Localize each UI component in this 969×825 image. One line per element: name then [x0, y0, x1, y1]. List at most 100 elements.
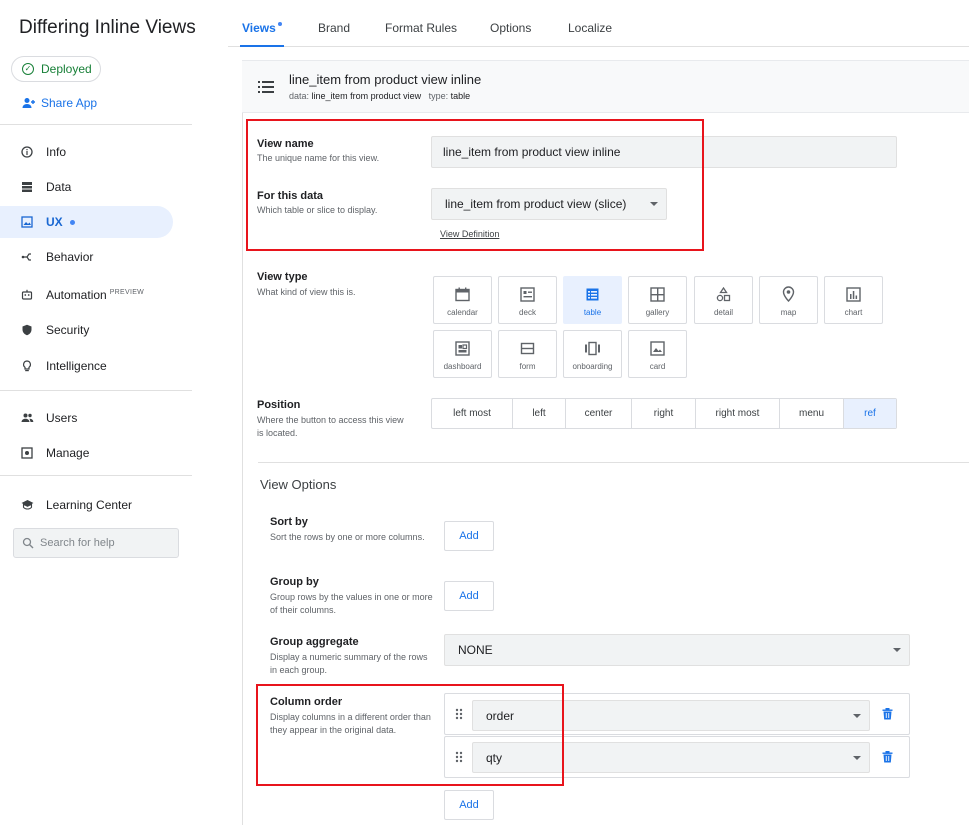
database-icon	[20, 180, 34, 194]
position-ref[interactable]: ref	[844, 399, 896, 428]
chevron-down-icon	[853, 713, 861, 718]
graduation-cap-icon	[20, 498, 34, 512]
view-type-gallery[interactable]: gallery	[628, 276, 687, 324]
view-type-desc: What kind of view this is.	[257, 287, 356, 297]
map-pin-icon	[782, 286, 795, 302]
position-left[interactable]: left	[513, 399, 566, 428]
gallery-icon	[650, 286, 665, 302]
view-type-map[interactable]: map	[759, 276, 818, 324]
delete-icon[interactable]	[882, 751, 893, 763]
sort-by-desc: Sort the rows by one or more columns.	[270, 532, 425, 542]
sidebar-item-label: UX	[46, 215, 63, 229]
view-type-card[interactable]: card	[628, 330, 687, 378]
bar-chart-icon	[846, 286, 861, 302]
group-aggregate-desc: Display a numeric summary of the rows in…	[270, 652, 428, 675]
position-segmented-control: left most left center right right most m…	[431, 398, 897, 429]
card-image-icon	[650, 340, 665, 356]
carousel-icon	[584, 340, 601, 356]
dashboard-icon	[455, 340, 470, 356]
search-help-input[interactable]: Search for help	[13, 528, 179, 558]
deployed-badge[interactable]: ✓ Deployed	[11, 56, 101, 82]
list-icon	[258, 81, 274, 93]
sidebar-item-manage[interactable]: Manage	[0, 437, 173, 469]
settings-box-icon	[20, 446, 34, 460]
sidebar-item-intelligence[interactable]: Intelligence	[0, 350, 173, 382]
view-type-detail[interactable]: detail	[694, 276, 753, 324]
view-type-label: View type	[257, 271, 308, 283]
people-icon	[20, 411, 34, 425]
sidebar-item-info[interactable]: Info	[0, 136, 173, 168]
table-icon	[585, 286, 600, 302]
robot-icon	[20, 288, 34, 302]
unsaved-dot-icon	[277, 22, 282, 26]
shield-icon	[20, 323, 34, 337]
info-icon	[20, 145, 34, 159]
sidebar-item-learning-center[interactable]: Learning Center	[0, 489, 173, 521]
view-type-dashboard[interactable]: dashboard	[433, 330, 492, 378]
sidebar-divider	[0, 390, 192, 391]
sidebar-item-security[interactable]: Security	[0, 314, 173, 346]
check-circle-icon: ✓	[22, 63, 34, 75]
view-title: line_item from product view inline	[289, 72, 482, 87]
group-aggregate-label: Group aggregate	[270, 636, 359, 648]
position-left-most[interactable]: left most	[432, 399, 513, 428]
sidebar-item-label: Intelligence	[46, 359, 107, 373]
group-by-add-button[interactable]: Add	[444, 581, 494, 611]
view-type-chart[interactable]: chart	[824, 276, 883, 324]
sidebar-item-label: Automation	[46, 288, 107, 302]
column-order-add-button[interactable]: Add	[444, 790, 494, 820]
sidebar-item-label: Manage	[46, 446, 90, 460]
tab-brand[interactable]: Brand	[318, 21, 350, 35]
position-desc: Where the button to access this view is …	[257, 415, 404, 438]
view-type-label-text: dashboard	[443, 362, 482, 371]
delete-icon[interactable]	[882, 708, 893, 720]
tab-localize[interactable]: Localize	[568, 21, 612, 35]
unsaved-dot-icon	[69, 219, 75, 225]
sidebar-item-behavior[interactable]: Behavior	[0, 241, 173, 273]
app-title: Differing Inline Views	[19, 17, 196, 38]
group-aggregate-value: NONE	[458, 643, 493, 657]
sidebar-item-label: Behavior	[46, 250, 94, 264]
sidebar-item-automation[interactable]: Automation PREVIEW	[0, 279, 173, 311]
sidebar-divider	[0, 124, 192, 125]
group-by-label: Group by	[270, 576, 319, 588]
position-right[interactable]: right	[632, 399, 696, 428]
sort-by-label: Sort by	[270, 516, 308, 528]
shapes-icon	[716, 286, 731, 302]
tab-options[interactable]: Options	[490, 21, 531, 35]
view-type-onboarding[interactable]: onboarding	[563, 330, 622, 378]
sidebar-item-ux[interactable]: UX	[0, 206, 173, 238]
sidebar-item-label: Learning Center	[46, 498, 133, 512]
sort-by-add-button[interactable]: Add	[444, 521, 494, 551]
search-icon	[22, 537, 34, 549]
tab-views[interactable]: Views	[242, 21, 282, 35]
calendar-icon	[455, 286, 470, 302]
share-app-link[interactable]: Share App	[22, 96, 97, 110]
view-type-label-text: card	[649, 362, 666, 371]
view-type-form[interactable]: form	[498, 330, 557, 378]
deployed-label: Deployed	[41, 62, 92, 76]
view-type-label-text: form	[519, 362, 536, 371]
sidebar-item-data[interactable]: Data	[0, 171, 173, 203]
position-right-most[interactable]: right most	[696, 399, 780, 428]
view-subtitle: data: line_item from product view type: …	[289, 91, 471, 101]
view-type-table[interactable]: table	[563, 276, 622, 324]
position-center[interactable]: center	[566, 399, 632, 428]
group-by-desc: Group rows by the values in one or more …	[270, 592, 433, 615]
chevron-down-icon	[853, 755, 861, 760]
tab-format-rules[interactable]: Format Rules	[385, 21, 457, 35]
sidebar: Differing Inline Views ✓ Deployed Share …	[0, 0, 205, 825]
sidebar-divider	[0, 475, 192, 476]
view-type-label-text: gallery	[645, 308, 670, 317]
sidebar-item-label: Info	[46, 145, 67, 159]
group-aggregate-select[interactable]: NONE	[444, 634, 910, 666]
view-type-label-text: deck	[519, 308, 536, 317]
position-menu[interactable]: menu	[780, 399, 844, 428]
sidebar-item-users[interactable]: Users	[0, 402, 173, 434]
view-type-label-text: table	[583, 308, 602, 317]
highlight-box	[246, 119, 704, 251]
view-type-deck[interactable]: deck	[498, 276, 557, 324]
view-options-title: View Options	[260, 477, 337, 492]
view-type-calendar[interactable]: calendar	[433, 276, 492, 324]
sidebar-item-label: Security	[46, 323, 90, 337]
